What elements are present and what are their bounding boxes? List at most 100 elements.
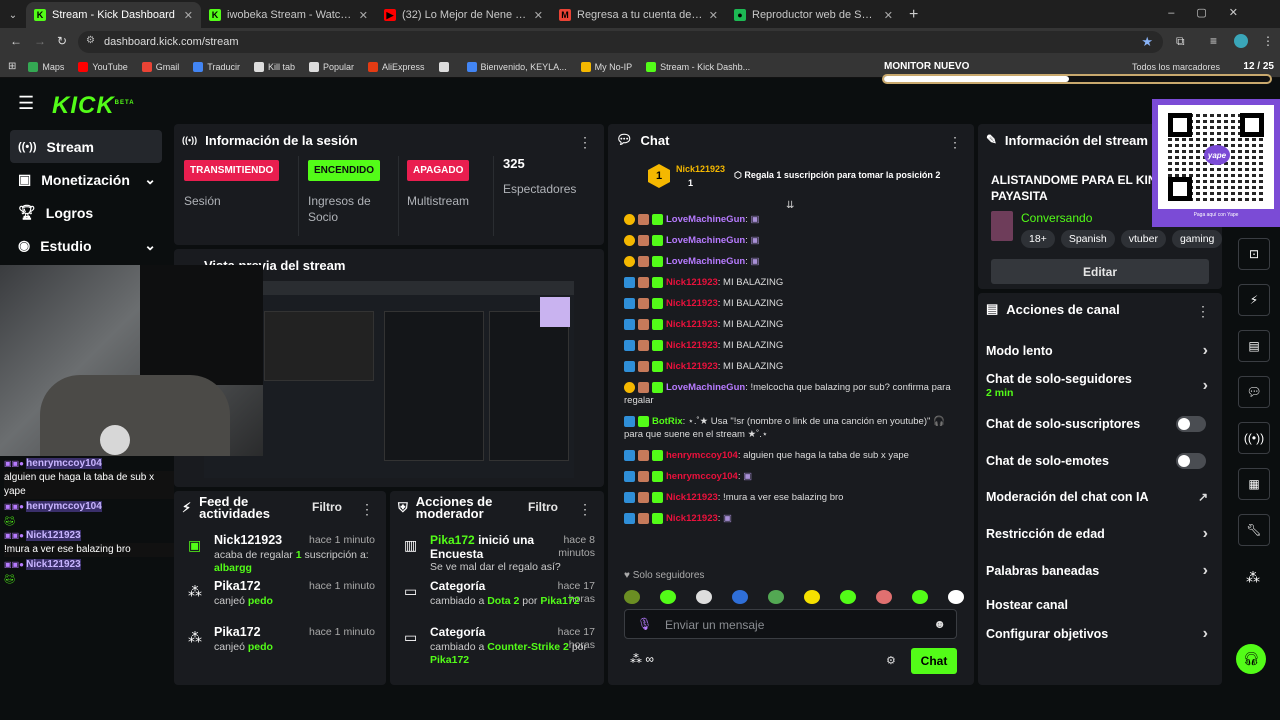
address-bar[interactable]: ⚙ dashboard.kick.com/stream ★ xyxy=(78,31,1163,53)
kebab-icon[interactable]: ⋮ xyxy=(578,501,592,518)
settings-gear-icon[interactable]: ⚙ xyxy=(886,654,896,667)
channel-action-row[interactable]: Configurar objetivos › xyxy=(986,616,1214,652)
feed-item[interactable]: ⁂ Pika172 hace 1 minuto canjeó pedo xyxy=(174,621,386,665)
sidebar-item-stream[interactable]: ((•)) Stream xyxy=(10,130,162,163)
chat-username[interactable]: Nick121923 xyxy=(666,340,718,351)
channel-action-row[interactable]: Modo lento › xyxy=(986,333,1214,369)
bookmark-item[interactable] xyxy=(438,61,453,72)
chat-username[interactable]: henrymccoy104 xyxy=(666,471,738,482)
chat-username[interactable]: Nick121923 xyxy=(666,277,718,288)
wrench-icon[interactable]: 🔧︎ xyxy=(1238,514,1270,546)
browser-tab[interactable]: ● Reproductor web de Spotify: m ✕ xyxy=(726,2,901,28)
bookmark-item[interactable]: Bienvenido, KEYLA... xyxy=(466,61,567,72)
emote-button[interactable] xyxy=(948,590,964,604)
mod-filter-button[interactable]: Filtro xyxy=(528,500,558,514)
emote-button[interactable] xyxy=(804,590,820,604)
bookmark-item[interactable]: YouTube xyxy=(78,61,128,72)
bookmark-item[interactable]: Gmail xyxy=(141,61,179,72)
feed-item[interactable]: ⁂ Pika172 hace 1 minuto canjeó pedo xyxy=(174,575,386,619)
tag-pill[interactable]: Spanish xyxy=(1060,230,1115,248)
kebab-icon[interactable]: ⋮ xyxy=(948,134,962,151)
bookmark-item[interactable]: Stream - Kick Dashb... xyxy=(646,61,750,72)
sidebar-item-estudio[interactable]: ◉ Estudio ⌄ xyxy=(10,229,162,262)
site-info-icon[interactable]: ⚙ xyxy=(86,35,95,46)
channel-action-row[interactable]: Restricción de edad › xyxy=(986,516,1214,552)
emote-button[interactable] xyxy=(696,590,712,604)
tag-pill[interactable]: vtuber xyxy=(1120,230,1166,248)
toggle-switch[interactable] xyxy=(1176,416,1206,432)
back-icon[interactable]: ← xyxy=(10,34,22,48)
points-icon[interactable]: ⁂ ∞ xyxy=(630,652,654,666)
chat-send-button[interactable]: Chat xyxy=(911,648,957,674)
bookmark-item[interactable]: Kill tab xyxy=(253,61,295,72)
emote-button[interactable] xyxy=(732,590,748,604)
channel-action-row[interactable]: Chat de solo-emotes xyxy=(986,443,1214,479)
sidebar-item-logros[interactable]: 🏆︎ Logros xyxy=(10,196,162,229)
notes-icon[interactable]: ▤ xyxy=(1238,330,1270,362)
bookmark-item[interactable]: Maps xyxy=(28,61,64,72)
chat-username[interactable]: Nick121923 xyxy=(666,319,718,330)
extensions-icon[interactable]: ⧉ xyxy=(1176,34,1185,49)
menu-icon[interactable]: ⋮ xyxy=(1262,34,1274,48)
feed-filter-button[interactable]: Filtro xyxy=(312,500,342,514)
bookmark-item[interactable]: Popular xyxy=(309,61,354,72)
gift-leaderboard[interactable]: 1 Nick121923 1 ⬡ Regala 1 suscripción pa… xyxy=(648,164,948,194)
emoji-icon[interactable]: ☻ xyxy=(933,617,946,631)
hamburger-icon[interactable]: ☰ xyxy=(18,93,34,114)
tag-pill[interactable]: 18+ xyxy=(1021,230,1055,248)
chat-username[interactable]: Nick121923 xyxy=(666,298,718,309)
bolt-icon[interactable]: ⚡︎ xyxy=(1238,284,1270,316)
kebab-icon[interactable]: ⋮ xyxy=(360,501,374,518)
tag-pill[interactable]: gaming xyxy=(1171,230,1222,248)
browser-tab[interactable]: M Regresa a tu cuenta de Spotify ✕ xyxy=(551,2,726,28)
emote-button[interactable] xyxy=(912,590,928,604)
feed-target[interactable]: albargg xyxy=(214,562,252,574)
support-icon[interactable]: 🎧︎ xyxy=(1236,644,1266,674)
chat-icon[interactable]: 💬︎ xyxy=(1238,376,1270,408)
emote-button[interactable] xyxy=(768,590,784,604)
chat-username[interactable]: LoveMachineGun xyxy=(666,214,745,225)
browser-tab[interactable]: Kiwobeka Stream - Watch Live o ✕ xyxy=(201,2,376,28)
chat-username[interactable]: LoveMachineGun xyxy=(666,256,745,267)
channel-action-row[interactable]: Moderación del chat con IA ↗ xyxy=(986,479,1214,515)
emote-button[interactable] xyxy=(840,590,856,604)
tab-close-icon[interactable]: ✕ xyxy=(709,9,718,22)
channel-action-row[interactable]: Chat de solo-seguidores 2 min › xyxy=(986,368,1214,404)
mod-item[interactable]: ▭ Categoría hace 17 horas cambiado a Counte… xyxy=(390,621,604,666)
mod-item[interactable]: ▭ Categoría hace 17 horas cambiado a Dota 2… xyxy=(390,575,604,619)
toggle-switch[interactable] xyxy=(1176,453,1206,469)
tab-search-icon[interactable]: ⌄ xyxy=(0,2,26,28)
tab-close-icon[interactable]: ✕ xyxy=(884,9,893,22)
chat-input[interactable]: 🎙︎ Enviar un mensaje ☻ xyxy=(624,609,957,639)
sidebar-item-monetizacion[interactable]: ▣ Monetización ⌄ xyxy=(10,163,162,196)
category-link[interactable]: Conversando xyxy=(1021,211,1092,225)
edit-button[interactable]: Editar xyxy=(991,259,1209,284)
browser-tab[interactable]: K Stream - Kick Dashboard ✕ xyxy=(26,2,201,28)
apps-icon[interactable]: ⊞ xyxy=(8,61,16,72)
feed-item[interactable]: ▣ Nick121923 hace 1 minuto acaba de regalar… xyxy=(174,529,386,574)
profile-avatar[interactable] xyxy=(1234,34,1248,48)
emote-button[interactable] xyxy=(876,590,892,604)
kebab-icon[interactable]: ⋮ xyxy=(578,134,592,151)
reload-icon[interactable]: ↻ xyxy=(57,34,67,48)
chat-username[interactable]: henrymccoy104 xyxy=(666,450,738,461)
kebab-icon[interactable]: ⋮ xyxy=(1196,303,1210,320)
feed-target[interactable]: pedo xyxy=(248,641,273,653)
window-controls[interactable]: –▢✕ xyxy=(1168,6,1260,19)
emote-button[interactable] xyxy=(624,590,640,604)
emote-button[interactable] xyxy=(660,590,676,604)
forward-icon[interactable]: → xyxy=(34,34,46,48)
chat-username[interactable]: Nick121923 xyxy=(666,361,718,372)
bookmark-star-icon[interactable]: ★ xyxy=(1141,34,1153,50)
browser-tab[interactable]: ▶ (32) Lo Mejor de Nene Malo En ✕ xyxy=(376,2,551,28)
media-icon[interactable]: ≡ xyxy=(1210,34,1217,48)
chat-username[interactable]: BotRix xyxy=(652,416,683,427)
kick-logo[interactable]: KICKBETA xyxy=(52,92,135,120)
layout-icon[interactable]: ▦ xyxy=(1238,468,1270,500)
new-tab-button[interactable]: + xyxy=(901,6,926,28)
chat-username[interactable]: Nick121923 xyxy=(666,492,718,503)
bookmark-item[interactable]: AliExpress xyxy=(368,61,425,72)
chat-username[interactable]: LoveMachineGun xyxy=(666,382,745,393)
channel-action-row[interactable]: Chat de solo-suscriptores xyxy=(986,406,1214,442)
quick-actions-icon[interactable]: ⊡ xyxy=(1238,238,1270,270)
